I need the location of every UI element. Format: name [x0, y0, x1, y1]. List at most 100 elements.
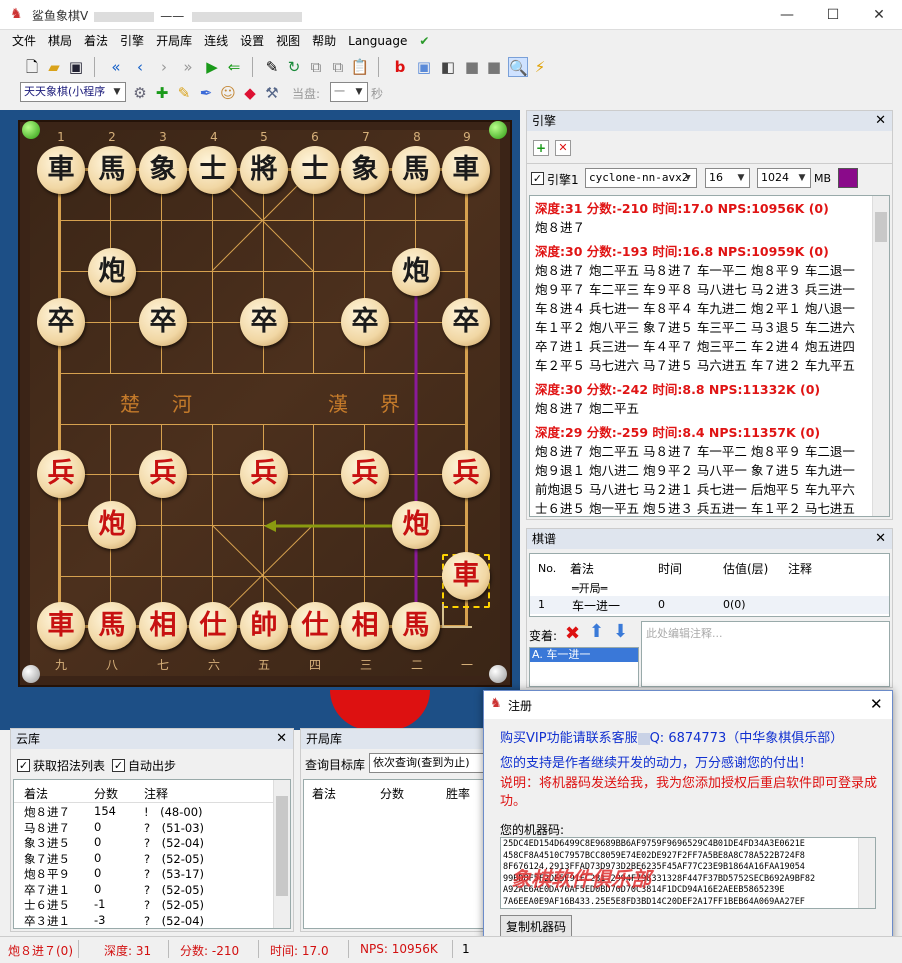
- play-icon[interactable]: ▶: [202, 57, 222, 77]
- remove-engine-icon[interactable]: ✕: [555, 140, 571, 156]
- black-chariot[interactable]: 車: [442, 146, 490, 194]
- close-icon[interactable]: ✕: [875, 111, 886, 131]
- black-cannon[interactable]: 炮: [392, 248, 440, 296]
- lightning-icon[interactable]: ⚡: [530, 57, 550, 77]
- red-soldier[interactable]: 兵: [442, 450, 490, 498]
- menu-opening-book[interactable]: 开局库: [150, 30, 198, 51]
- last-move-icon[interactable]: »: [178, 57, 198, 77]
- corner-green-icon[interactable]: [489, 121, 507, 139]
- red-chariot[interactable]: 車: [37, 602, 85, 650]
- red-horse[interactable]: 馬: [88, 602, 136, 650]
- red-general[interactable]: 帥: [240, 602, 288, 650]
- machine-code-field[interactable]: 25DC4ED154D6499C8E9689BB6AF9759F9696529C…: [500, 837, 876, 909]
- red-soldier[interactable]: 兵: [37, 450, 85, 498]
- first-move-icon[interactable]: «: [106, 57, 126, 77]
- undo-icon[interactable]: ⇐: [224, 57, 244, 77]
- red-soldier[interactable]: 兵: [240, 450, 288, 498]
- engine-select[interactable]: cyclone-nn-avx2 ▼: [585, 168, 697, 188]
- opponent-select[interactable]: 天天象棋(小程序 ▼: [20, 82, 126, 102]
- black-chariot[interactable]: 車: [37, 146, 85, 194]
- cloud-row[interactable]: 象７进５ 0 ? (52-05): [14, 851, 274, 866]
- menu-moves[interactable]: 着法: [78, 30, 114, 51]
- close-icon[interactable]: ✕: [276, 729, 287, 749]
- bold-b-icon[interactable]: b: [390, 57, 410, 77]
- black-horse[interactable]: 馬: [88, 146, 136, 194]
- user-icon[interactable]: ☺: [218, 83, 238, 103]
- fetch-moves-checkbox[interactable]: ✓: [17, 759, 30, 772]
- layout-1-icon[interactable]: ▣: [414, 57, 434, 77]
- red-soldier[interactable]: 兵: [341, 450, 389, 498]
- comment-editor[interactable]: 此处编辑注释...: [641, 621, 890, 687]
- black-elephant[interactable]: 象: [341, 146, 389, 194]
- edit-icon[interactable]: ✎: [262, 57, 282, 77]
- red-horse[interactable]: 馬: [392, 602, 440, 650]
- black-cannon[interactable]: 炮: [88, 248, 136, 296]
- auto-move-checkbox[interactable]: ✓: [112, 759, 125, 772]
- copy-fen-icon[interactable]: ⧉: [328, 57, 348, 77]
- query-mode-select[interactable]: 依次查询(查到为止): [369, 753, 485, 773]
- red-elephant[interactable]: 相: [341, 602, 389, 650]
- cloud-row[interactable]: 士６进５ -1 ? (52-05): [14, 897, 274, 912]
- corner-grey-icon[interactable]: [22, 665, 40, 683]
- save-icon[interactable]: ▣: [66, 57, 86, 77]
- dialog-close-icon[interactable]: ✕: [870, 695, 883, 713]
- move-up-icon[interactable]: ⬆: [589, 621, 604, 642]
- black-advisor[interactable]: 士: [291, 146, 339, 194]
- red-advisor[interactable]: 仕: [189, 602, 237, 650]
- layout-3-icon[interactable]: ■: [462, 57, 482, 77]
- start-row[interactable]: ═开局═: [572, 580, 607, 596]
- tool-icon[interactable]: ⚒: [262, 83, 282, 103]
- eraser-icon[interactable]: ◆: [240, 83, 260, 103]
- red-cannon[interactable]: 炮: [88, 501, 136, 549]
- move-down-icon[interactable]: ⬇: [613, 621, 628, 642]
- black-elephant[interactable]: 象: [139, 146, 187, 194]
- layout-4-icon[interactable]: ■: [484, 57, 504, 77]
- black-general[interactable]: 將: [240, 146, 288, 194]
- black-horse[interactable]: 馬: [392, 146, 440, 194]
- menu-view[interactable]: 视图: [270, 30, 306, 51]
- cloud-row[interactable]: 象３进５ 0 ? (52-04): [14, 835, 274, 850]
- threads-select[interactable]: 16 ▼: [705, 168, 750, 188]
- next-move-icon[interactable]: ›: [154, 57, 174, 77]
- corner-grey-icon[interactable]: [489, 665, 507, 683]
- color-swatch[interactable]: [838, 168, 858, 188]
- delete-variation-icon[interactable]: ✖: [565, 623, 580, 644]
- paste-icon[interactable]: 📋: [350, 57, 370, 77]
- black-advisor[interactable]: 士: [189, 146, 237, 194]
- magnifier-icon[interactable]: 🔍: [508, 57, 528, 77]
- cloud-row[interactable]: 炮８平９ 0 ? (53-17): [14, 866, 274, 881]
- close-window-button[interactable]: ✕: [856, 0, 902, 30]
- cloud-row[interactable]: 卒７进１ 0 ? (52-05): [14, 882, 274, 897]
- new-file-icon[interactable]: 🗋: [22, 57, 42, 77]
- prev-move-icon[interactable]: ‹: [130, 57, 150, 77]
- corner-green-icon[interactable]: [22, 121, 40, 139]
- menu-game[interactable]: 棋局: [42, 30, 78, 51]
- refresh-icon[interactable]: ↻: [284, 57, 304, 77]
- opening-table[interactable]: 着法 分数 胜率: [303, 779, 485, 929]
- menu-file[interactable]: 文件: [6, 30, 42, 51]
- menu-engine[interactable]: 引擎: [114, 30, 150, 51]
- cloud-row[interactable]: 卒３进１ -3 ? (52-04): [14, 913, 274, 928]
- pen-icon[interactable]: ✒: [196, 83, 216, 103]
- cloud-table[interactable]: 着法 分数 注释 炮８进７ 154! (48-00) 马８进７ 0? (51-03) 象…: [13, 779, 291, 929]
- red-advisor[interactable]: 仕: [291, 602, 339, 650]
- black-soldier[interactable]: 卒: [442, 298, 490, 346]
- variation-list[interactable]: A. 车一进一: [529, 647, 639, 687]
- layout-2-icon[interactable]: ◧: [438, 57, 458, 77]
- engine-enable-checkbox[interactable]: ✓: [531, 172, 544, 185]
- minimize-button[interactable]: —: [764, 0, 810, 30]
- record-row[interactable]: 1 车一进一 0 0(0): [530, 596, 889, 614]
- dangpan-select[interactable]: 一 ▼: [330, 82, 368, 102]
- cloud-scrollbar[interactable]: [273, 780, 290, 928]
- hash-select[interactable]: 1024 ▼: [757, 168, 811, 188]
- menu-connect[interactable]: 连线: [198, 30, 234, 51]
- add-icon[interactable]: ✚: [152, 83, 172, 103]
- menu-settings[interactable]: 设置: [234, 30, 270, 51]
- copy-icon[interactable]: ⧉: [306, 57, 326, 77]
- red-chariot-moved[interactable]: 車: [442, 552, 490, 600]
- red-soldier[interactable]: 兵: [139, 450, 187, 498]
- open-folder-icon[interactable]: ▰: [44, 57, 64, 77]
- link-icon[interactable]: ⚙: [130, 83, 150, 103]
- black-soldier[interactable]: 卒: [341, 298, 389, 346]
- note-icon[interactable]: ✎: [174, 83, 194, 103]
